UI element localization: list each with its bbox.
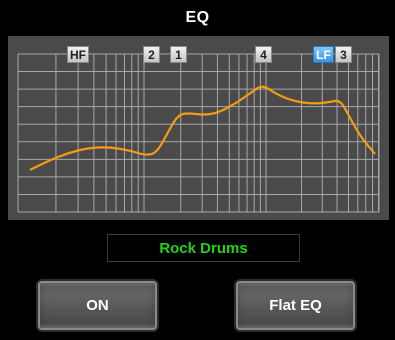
flat-eq-button[interactable]: Flat EQ: [234, 279, 357, 332]
band-marker-2[interactable]: 2: [143, 46, 160, 63]
band-marker-hf[interactable]: HF: [67, 46, 89, 63]
title-bar: EQ: [0, 0, 395, 36]
eq-on-button[interactable]: ON: [36, 279, 159, 332]
page-title: EQ: [185, 9, 210, 26]
eq-graph[interactable]: HF 2 1 4 LF 3: [8, 36, 389, 220]
preset-name: Rock Drums: [159, 239, 248, 257]
eq-grid: [17, 53, 380, 213]
preset-name-display: Rock Drums: [107, 234, 300, 262]
band-marker-3[interactable]: 3: [335, 46, 352, 63]
band-marker-lf[interactable]: LF: [313, 46, 334, 63]
band-marker-1[interactable]: 1: [170, 46, 187, 63]
band-marker-4[interactable]: 4: [255, 46, 272, 63]
